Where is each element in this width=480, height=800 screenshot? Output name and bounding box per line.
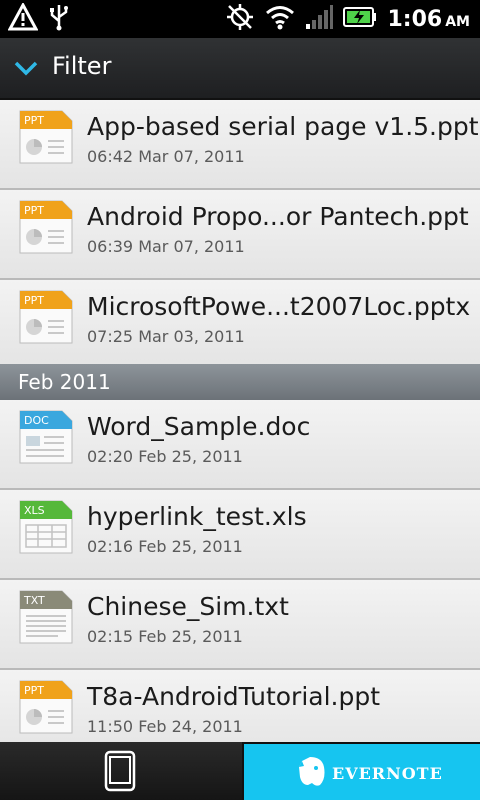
alert-icon (7, 1, 39, 35)
file-name: Chinese_Sim.txt (87, 592, 289, 621)
chevron-down-icon (14, 60, 38, 80)
file-date: 06:39 Mar 07, 2011 (87, 237, 245, 256)
file-name: App-based serial page v1.5.ppt (87, 112, 479, 141)
file-row[interactable]: TXT Chinese_Sim.txt 02:15 Feb 25, 2011 (0, 580, 480, 670)
file-list[interactable]: PPT App-based serial page v1.5.ppt 06:42… (0, 100, 480, 742)
file-date: 11:50 Feb 24, 2011 (87, 717, 243, 736)
svg-text:PPT: PPT (24, 684, 44, 697)
filter-label: Filter (52, 52, 112, 80)
evernote-elephant-icon (296, 755, 328, 793)
file-name: hyperlink_test.xls (87, 502, 307, 531)
file-date: 07:25 Mar 03, 2011 (87, 327, 245, 346)
txt-file-icon: TXT (18, 589, 74, 645)
svg-text:PPT: PPT (24, 114, 44, 127)
xls-file-icon: XLS (18, 499, 74, 555)
file-row[interactable]: PPT App-based serial page v1.5.ppt 06:42… (0, 100, 480, 190)
ppt-file-icon: PPT (18, 289, 74, 345)
evernote-button[interactable]: EVERNOTE (244, 744, 480, 800)
device-storage-button[interactable] (0, 742, 242, 800)
svg-text:PPT: PPT (24, 204, 44, 217)
section-label: Feb 2011 (18, 370, 111, 394)
svg-text:PPT: PPT (24, 294, 44, 307)
doc-file-icon: DOC (18, 409, 74, 465)
gps-icon (225, 2, 255, 36)
file-row[interactable]: PPT T8a-AndroidTutorial.ppt 11:50 Feb 24… (0, 670, 480, 742)
file-name: MicrosoftPowe...t2007Loc.pptx (87, 292, 471, 321)
svg-text:XLS: XLS (24, 504, 45, 517)
ppt-file-icon: PPT (18, 109, 74, 165)
wifi-icon (265, 4, 295, 34)
file-row[interactable]: PPT Android Propo...or Pantech.ppt 06:39… (0, 190, 480, 280)
svg-text:DOC: DOC (24, 414, 49, 427)
file-date: 02:20 Feb 25, 2011 (87, 447, 243, 466)
filter-bar[interactable]: Filter (0, 38, 480, 100)
file-row[interactable]: PPT MicrosoftPowe...t2007Loc.pptx 07:25 … (0, 280, 480, 370)
ppt-file-icon: PPT (18, 679, 74, 735)
file-row[interactable]: XLS hyperlink_test.xls 02:16 Feb 25, 201… (0, 490, 480, 580)
file-name: T8a-AndroidTutorial.ppt (87, 682, 381, 711)
usb-icon (48, 3, 70, 35)
ppt-file-icon: PPT (18, 199, 74, 255)
evernote-label: EVERNOTE (332, 764, 443, 783)
svg-text:TXT: TXT (23, 594, 45, 607)
file-name: Word_Sample.doc (87, 412, 311, 441)
section-header: Feb 2011 (0, 364, 480, 400)
file-row[interactable]: DOC Word_Sample.doc 02:20 Feb 25, 2011 (0, 400, 480, 490)
status-time: 1:06 AM (387, 6, 470, 32)
battery-charging-icon (343, 6, 377, 32)
signal-icon (305, 4, 334, 34)
file-date: 02:16 Feb 25, 2011 (87, 537, 243, 556)
status-bar: 1:06 AM (0, 0, 480, 38)
file-date: 02:15 Feb 25, 2011 (87, 627, 243, 646)
file-date: 06:42 Mar 07, 2011 (87, 147, 245, 166)
file-name: Android Propo...or Pantech.ppt (87, 202, 469, 231)
bottom-bar: EVERNOTE (0, 742, 480, 800)
phone-icon (104, 750, 136, 796)
